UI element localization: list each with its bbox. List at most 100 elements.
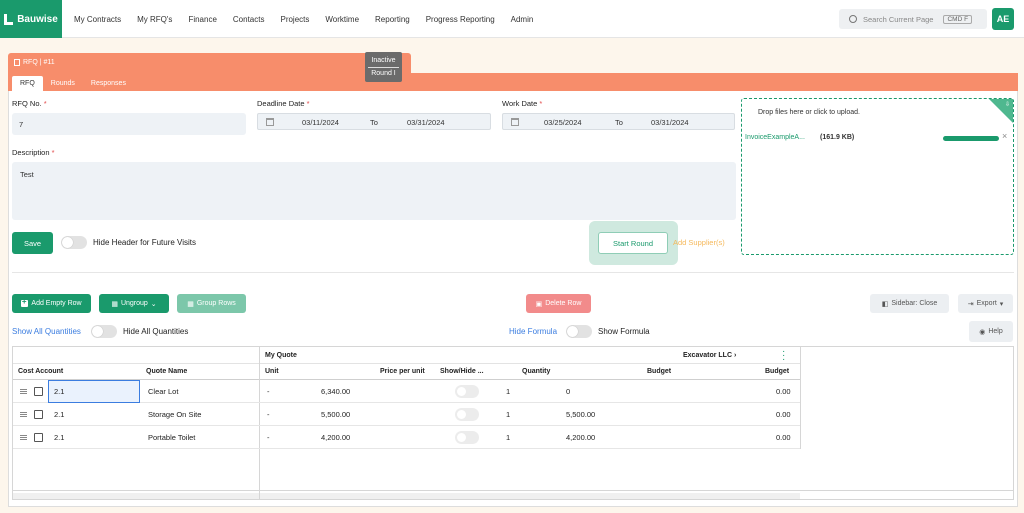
work-date-label: Work Date * bbox=[502, 99, 543, 108]
search-placeholder: Search Current Page bbox=[863, 14, 934, 24]
grid-right-edge bbox=[800, 347, 801, 449]
show-all-quantities-link[interactable]: Show All Quantities bbox=[12, 327, 81, 336]
col-unit[interactable]: Unit bbox=[265, 368, 279, 375]
supplier-group-header[interactable]: Excavator LLC › bbox=[683, 352, 736, 359]
col-supplier-budget[interactable]: Budget bbox=[765, 368, 789, 375]
avatar[interactable]: AE bbox=[992, 8, 1014, 30]
col-cost-account[interactable]: Cost Account bbox=[18, 368, 63, 375]
caret-down-icon: ▾ bbox=[999, 300, 1004, 308]
deadline-date-label: Deadline Date * bbox=[257, 99, 310, 108]
start-round-button[interactable]: Start Round bbox=[598, 232, 668, 254]
nav-projects[interactable]: Projects bbox=[272, 15, 317, 24]
drag-handle-icon[interactable] bbox=[20, 389, 27, 394]
budget-cell: 4,200.00 bbox=[566, 433, 596, 442]
plus-icon bbox=[21, 297, 29, 307]
nav-reporting[interactable]: Reporting bbox=[367, 15, 418, 24]
deadline-date-range[interactable]: 03/11/2024 To 03/31/2024 bbox=[257, 113, 491, 130]
show-hide-toggle[interactable] bbox=[455, 408, 479, 421]
quantity-cell[interactable]: 1 bbox=[506, 433, 510, 442]
quantity-cell[interactable]: 1 bbox=[506, 410, 510, 419]
uploaded-file-name[interactable]: InvoiceExampleA... bbox=[745, 134, 805, 141]
supplier-budget-cell: 0.00 bbox=[776, 387, 791, 396]
show-formula-label: Show Formula bbox=[598, 327, 650, 336]
unit-cell[interactable]: - bbox=[267, 410, 270, 419]
drag-handle-icon[interactable] bbox=[20, 435, 27, 440]
sidebar-close-button[interactable]: ◧ Sidebar: Close bbox=[870, 294, 949, 313]
upload-corner-icon: ⇩ bbox=[1004, 102, 1010, 108]
group-rows-button[interactable]: ▦ Group Rows bbox=[177, 294, 246, 313]
quote-name-cell[interactable]: Portable Toilet bbox=[148, 433, 195, 442]
export-button[interactable]: ⇥ Export ▾ bbox=[958, 294, 1013, 313]
drag-handle-icon[interactable] bbox=[20, 412, 27, 417]
file-dropzone[interactable]: ⇩ Drop files here or click to upload. In… bbox=[741, 98, 1014, 255]
deadline-to-label: To bbox=[370, 118, 378, 127]
price-cell[interactable]: 4,200.00 bbox=[321, 433, 350, 442]
quantity-cell[interactable]: 1 bbox=[506, 387, 510, 396]
col-quote-name[interactable]: Quote Name bbox=[146, 368, 187, 375]
rfq-no-field[interactable]: 7 bbox=[12, 113, 246, 135]
description-label: Description * bbox=[12, 148, 55, 157]
quantities-toggle[interactable] bbox=[91, 325, 117, 338]
table-row[interactable]: 2.1 Storage On Site - 5,500.00 1 5,500.0… bbox=[13, 403, 800, 426]
grid-column-header: Cost Account Quote Name Unit Price per u… bbox=[13, 364, 800, 380]
save-button[interactable]: Save bbox=[12, 232, 53, 254]
col-price-per-unit[interactable]: Price per unit bbox=[380, 368, 425, 375]
upload-progress bbox=[943, 136, 999, 141]
work-date-range[interactable]: 03/25/2024 To 03/31/2024 bbox=[502, 113, 735, 130]
tab-rounds[interactable]: Rounds bbox=[43, 76, 83, 91]
nav-admin[interactable]: Admin bbox=[503, 15, 542, 24]
quote-name-cell[interactable]: Storage On Site bbox=[148, 410, 201, 419]
unit-cell[interactable]: - bbox=[267, 433, 270, 442]
sidebar-icon: ◧ bbox=[881, 300, 889, 308]
unit-cell[interactable]: - bbox=[267, 387, 270, 396]
nav-progress-reporting[interactable]: Progress Reporting bbox=[418, 15, 503, 24]
column-menu-icon[interactable]: · · · bbox=[782, 347, 785, 365]
row-checkbox[interactable] bbox=[34, 387, 43, 396]
nav-my-rfqs[interactable]: My RFQ's bbox=[129, 15, 180, 24]
cost-account-cell: 2.1 bbox=[54, 410, 65, 419]
brand-logo[interactable]: Bauwise bbox=[0, 0, 62, 38]
table-row[interactable]: 2.1 Portable Toilet - 4,200.00 1 4,200.0… bbox=[13, 426, 800, 449]
nav-my-contracts[interactable]: My Contracts bbox=[66, 15, 129, 24]
row-checkbox[interactable] bbox=[34, 410, 43, 419]
quote-name-cell[interactable]: Clear Lot bbox=[148, 387, 178, 396]
search-box[interactable]: Search Current Page CMD F bbox=[839, 9, 987, 29]
work-from: 03/25/2024 bbox=[544, 118, 582, 127]
show-hide-toggle[interactable] bbox=[455, 385, 479, 398]
nav-contacts[interactable]: Contacts bbox=[225, 15, 273, 24]
ungroup-button[interactable]: ▦ Ungroup ⌄ bbox=[99, 294, 169, 313]
status-badge: Inactive Round I bbox=[365, 52, 402, 82]
uploaded-file-size: (161.9 KB) bbox=[820, 134, 855, 141]
round-text: Round I bbox=[371, 70, 396, 77]
horizontal-scrollbar-pinned[interactable] bbox=[13, 493, 259, 499]
horizontal-scrollbar[interactable] bbox=[260, 493, 800, 499]
price-cell[interactable]: 6,340.00 bbox=[321, 387, 350, 396]
row-checkbox[interactable] bbox=[34, 433, 43, 442]
help-button[interactable]: ◉ Help bbox=[969, 321, 1013, 342]
table-row[interactable]: 2.1 Clear Lot - 6,340.00 1 0 0.00 bbox=[13, 380, 800, 403]
trash-icon: ▣ bbox=[535, 300, 543, 308]
col-quantity[interactable]: Quantity bbox=[522, 368, 550, 375]
col-show-hide[interactable]: Show/Hide ... bbox=[440, 368, 484, 375]
show-hide-toggle[interactable] bbox=[455, 431, 479, 444]
grid-icon: ▦ bbox=[187, 300, 194, 308]
hide-header-toggle[interactable] bbox=[61, 236, 87, 249]
tab-responses[interactable]: Responses bbox=[83, 76, 134, 91]
delete-row-button[interactable]: ▣ Delete Row bbox=[526, 294, 591, 313]
budget-cell: 0 bbox=[566, 387, 571, 396]
help-icon: ◉ bbox=[979, 328, 986, 336]
add-suppliers-link[interactable]: Add Supplier(s) bbox=[673, 238, 725, 247]
add-empty-row-button[interactable]: Add Empty Row bbox=[12, 294, 91, 313]
rfq-title: RFQ | #11 bbox=[14, 59, 55, 66]
formula-toggle[interactable] bbox=[566, 325, 592, 338]
remove-file-icon[interactable]: × bbox=[1002, 131, 1007, 141]
tab-rfq[interactable]: RFQ bbox=[12, 76, 43, 91]
description-textarea[interactable]: Test bbox=[12, 162, 736, 220]
hide-formula-link[interactable]: Hide Formula bbox=[509, 327, 557, 336]
nav-finance[interactable]: Finance bbox=[180, 15, 224, 24]
document-icon bbox=[14, 59, 20, 66]
upload-progress-fill bbox=[943, 136, 999, 141]
col-budget[interactable]: Budget bbox=[647, 368, 671, 375]
nav-worktime[interactable]: Worktime bbox=[317, 15, 367, 24]
price-cell[interactable]: 5,500.00 bbox=[321, 410, 350, 419]
